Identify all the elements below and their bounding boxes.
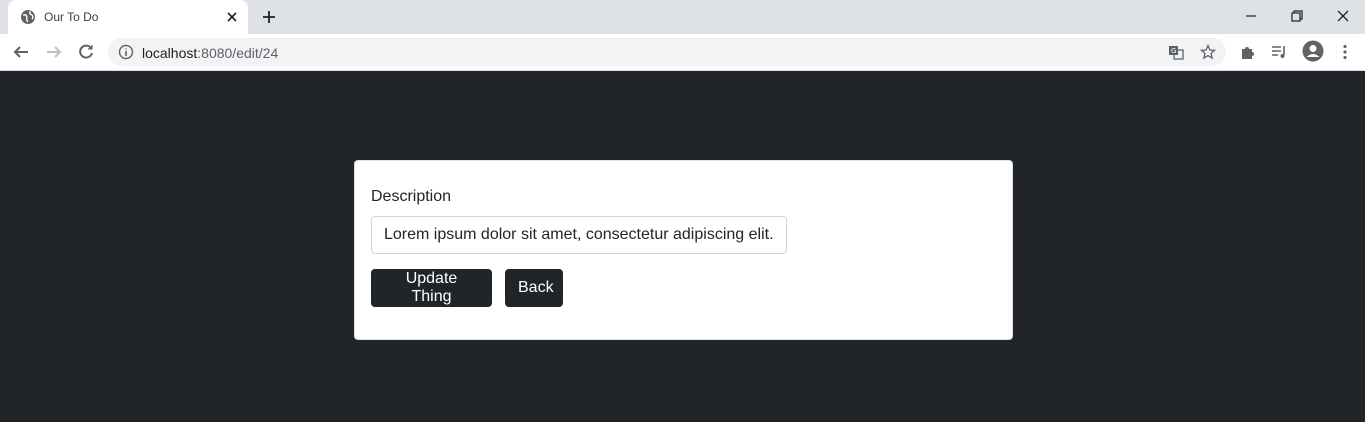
profile-icon[interactable] bbox=[1302, 40, 1324, 62]
back-button[interactable]: Back bbox=[505, 269, 563, 307]
extensions-icon[interactable] bbox=[1239, 43, 1257, 61]
close-icon[interactable] bbox=[224, 9, 240, 25]
svg-text:G: G bbox=[1171, 47, 1176, 55]
browser-toolbar: localhost:8080/edit/24 G bbox=[0, 34, 1365, 71]
description-label: Description bbox=[371, 188, 452, 205]
tab-title: Our To Do bbox=[44, 10, 99, 24]
forward-arrow-icon[interactable] bbox=[45, 43, 63, 61]
globe-icon bbox=[20, 9, 36, 25]
address-bar[interactable]: localhost:8080/edit/24 G bbox=[108, 38, 1226, 66]
reload-icon[interactable] bbox=[77, 43, 95, 61]
media-icon[interactable] bbox=[1270, 43, 1288, 61]
url-text: localhost:8080/edit/24 bbox=[142, 45, 278, 61]
plus-icon[interactable] bbox=[261, 9, 277, 25]
update-thing-button[interactable]: Update Thing bbox=[371, 269, 492, 307]
minimize-icon[interactable] bbox=[1243, 8, 1259, 24]
page-content: Description Update Thing Back bbox=[0, 71, 1365, 422]
back-arrow-icon[interactable] bbox=[12, 43, 30, 61]
browser-tab[interactable]: Our To Do bbox=[8, 0, 248, 34]
edit-card: Description Update Thing Back bbox=[354, 160, 1013, 340]
window-close-icon[interactable] bbox=[1335, 8, 1351, 24]
tab-strip: Our To Do bbox=[0, 0, 1365, 34]
description-input[interactable] bbox=[371, 216, 787, 254]
star-icon[interactable] bbox=[1199, 43, 1217, 60]
url-host: localhost bbox=[142, 45, 198, 61]
info-icon[interactable] bbox=[118, 44, 134, 60]
translate-icon[interactable]: G bbox=[1168, 44, 1184, 60]
menu-icon[interactable] bbox=[1336, 43, 1354, 61]
url-path: :8080/edit/24 bbox=[197, 45, 279, 61]
restore-icon[interactable] bbox=[1289, 8, 1305, 24]
